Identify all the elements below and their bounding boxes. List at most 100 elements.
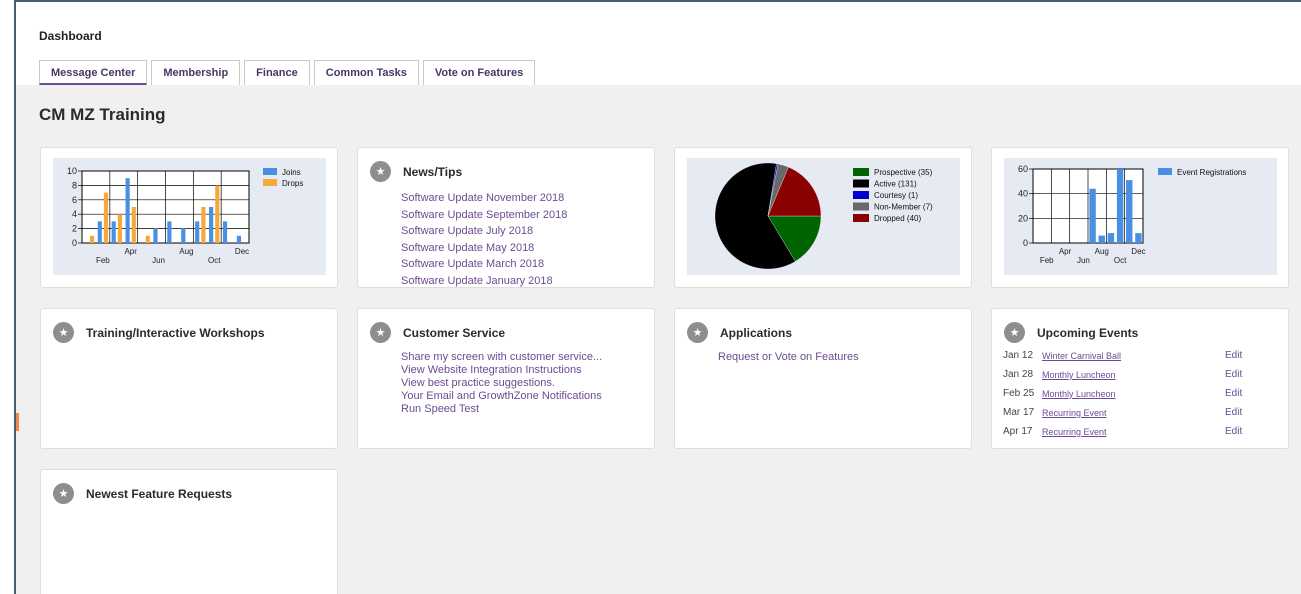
- upcoming-events-title: Upcoming Events: [1037, 325, 1139, 340]
- news-link[interactable]: Software Update September 2018: [401, 207, 567, 224]
- event-link[interactable]: Monthly Luncheon: [1042, 370, 1116, 380]
- news-link[interactable]: Software Update July 2018: [401, 223, 567, 240]
- customer-service-title: Customer Service: [403, 325, 506, 340]
- bar-event-registrations: [1126, 180, 1133, 243]
- upcoming-events-card: ★ Upcoming Events Jan 12 Winter Carnival…: [991, 308, 1289, 449]
- tab-vote-on-features[interactable]: Vote on Features: [422, 60, 536, 85]
- x-tick-label: Feb: [96, 256, 110, 265]
- news-link[interactable]: Software Update March 2018: [401, 256, 567, 273]
- best-practice-link[interactable]: View best practice suggestions.: [401, 377, 602, 390]
- training-card: ★ Training/Interactive Workshops: [40, 308, 338, 449]
- y-tick-label: 40: [1018, 189, 1028, 199]
- bar-joins: [111, 221, 116, 243]
- y-tick-label: 4: [72, 209, 77, 219]
- bar-joins: [236, 235, 242, 243]
- bar-drops: [103, 192, 109, 243]
- applications-title: Applications: [720, 325, 793, 340]
- tab-finance[interactable]: Finance: [244, 60, 310, 85]
- bar-drops: [215, 185, 220, 243]
- x-tick-label: Aug: [179, 247, 193, 256]
- bar-joins: [181, 228, 186, 243]
- legend-swatch: [853, 202, 869, 211]
- edit-event-button[interactable]: Edit: [1225, 426, 1242, 437]
- x-tick-label: Jun: [1077, 256, 1090, 265]
- y-tick-label: 8: [72, 180, 77, 190]
- legend-label: Active (131): [874, 180, 917, 189]
- bar-drops: [117, 214, 122, 243]
- edit-event-button[interactable]: Edit: [1225, 388, 1242, 399]
- x-tick-label: Dec: [235, 247, 249, 256]
- star-icon[interactable]: ★: [53, 483, 74, 504]
- dashboard-frame: Dashboard Message Center Membership Fina…: [14, 0, 1301, 594]
- feature-requests-title: Newest Feature Requests: [86, 486, 233, 501]
- edit-event-button[interactable]: Edit: [1225, 369, 1242, 380]
- joins-drops-chart-area: 0 2 4 6 8 10 Apr Aug Dec Feb Jun Oct Joins Drops: [53, 158, 326, 275]
- legend-label: Joins: [282, 168, 301, 177]
- edit-event-button[interactable]: Edit: [1225, 407, 1242, 418]
- star-icon[interactable]: ★: [370, 161, 391, 182]
- legend-swatch: [853, 191, 869, 199]
- bar-drops: [131, 207, 136, 243]
- star-icon[interactable]: ★: [1004, 322, 1025, 343]
- membership-pie-chart: Prospective (35) Active (131) Courtesy (1)…: [714, 162, 933, 270]
- star-icon[interactable]: ★: [687, 322, 708, 343]
- bar-event-registrations: [1107, 233, 1115, 243]
- bar-joins: [153, 228, 158, 243]
- event-date: Feb 25: [1003, 388, 1035, 399]
- speed-test-link[interactable]: Run Speed Test: [401, 403, 602, 416]
- legend-swatch: [263, 179, 277, 186]
- legend-swatch: [853, 168, 869, 176]
- y-tick-label: 0: [72, 238, 77, 248]
- news-link[interactable]: Software Update November 2018: [401, 190, 567, 207]
- x-tick-label: Dec: [1131, 247, 1145, 256]
- notifications-link[interactable]: Your Email and GrowthZone Notifications: [401, 390, 602, 403]
- feature-requests-header: ★ Newest Feature Requests: [53, 483, 232, 504]
- page-title: Dashboard: [39, 29, 102, 43]
- event-link[interactable]: Winter Carnival Ball: [1042, 351, 1121, 361]
- training-header: ★ Training/Interactive Workshops: [53, 322, 265, 343]
- news-tips-header: ★ News/Tips: [370, 161, 462, 182]
- request-vote-features-link[interactable]: Request or Vote on Features: [718, 351, 859, 363]
- legend-label: Drops: [282, 179, 303, 188]
- x-tick-label: Feb: [1040, 256, 1054, 265]
- legend-swatch: [1158, 168, 1172, 175]
- news-tips-title: News/Tips: [403, 164, 463, 179]
- event-link[interactable]: Recurring Event: [1042, 427, 1107, 437]
- event-registrations-card: 0 20 40 60 Apr Aug Dec Feb Jun Oct Event Registrat…: [991, 147, 1289, 288]
- star-icon[interactable]: ★: [370, 322, 391, 343]
- news-tips-card: ★ News/Tips Software Update November 201…: [357, 147, 655, 288]
- x-tick-label: Apr: [1059, 247, 1072, 256]
- share-screen-link[interactable]: Share my screen with customer service...: [401, 351, 602, 364]
- event-link[interactable]: Recurring Event: [1042, 408, 1107, 418]
- tab-message-center[interactable]: Message Center: [39, 60, 148, 85]
- bar-event-registrations: [1135, 233, 1142, 243]
- bar-joins: [97, 221, 102, 243]
- membership-pie-area: Prospective (35) Active (131) Courtesy (1)…: [687, 158, 960, 275]
- event-date: Jan 28: [1003, 369, 1034, 380]
- edit-event-button[interactable]: Edit: [1225, 350, 1242, 361]
- applications-card: ★ Applications Request or Vote on Featur…: [674, 308, 972, 449]
- bar-joins: [125, 178, 130, 243]
- y-tick-label: 6: [72, 195, 77, 205]
- news-list: Software Update November 2018 Software U…: [401, 190, 567, 289]
- bar-joins: [167, 221, 172, 243]
- tab-membership[interactable]: Membership: [151, 60, 241, 85]
- feature-requests-card: ★ Newest Feature Requests: [40, 469, 338, 594]
- customer-service-header: ★ Customer Service: [370, 322, 505, 343]
- y-tick-label: 2: [72, 224, 77, 234]
- event-link[interactable]: Monthly Luncheon: [1042, 389, 1116, 399]
- news-link[interactable]: Software Update May 2018: [401, 240, 567, 257]
- bar-joins: [209, 207, 214, 243]
- integration-instructions-link[interactable]: View Website Integration Instructions: [401, 364, 602, 377]
- news-link[interactable]: Software Update January 2018: [401, 273, 567, 290]
- event-row: Jan 12 Winter Carnival Ball Edit: [1003, 350, 1263, 366]
- tab-common-tasks[interactable]: Common Tasks: [313, 60, 419, 85]
- event-registrations-chart: 0 20 40 60 Apr Aug Dec Feb Jun Oct Event Registrat…: [1018, 164, 1246, 265]
- event-registrations-area: 0 20 40 60 Apr Aug Dec Feb Jun Oct Event Registrat…: [1004, 158, 1277, 275]
- bar-joins: [195, 221, 200, 243]
- event-date: Apr 17: [1003, 426, 1033, 437]
- x-tick-label: Jun: [152, 256, 165, 265]
- star-icon[interactable]: ★: [53, 322, 74, 343]
- legend-label: Prospective (35): [874, 168, 933, 177]
- joins-drops-chart: 0 2 4 6 8 10 Apr Aug Dec Feb Jun Oct Joins Drops: [67, 166, 303, 265]
